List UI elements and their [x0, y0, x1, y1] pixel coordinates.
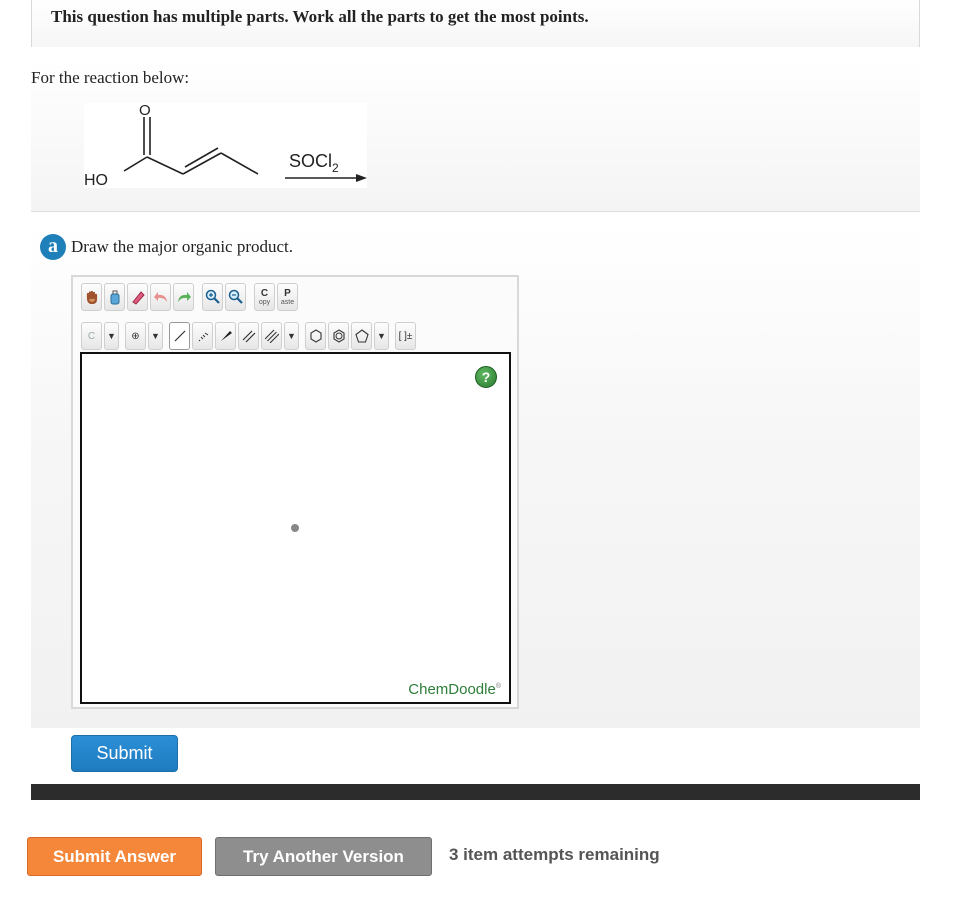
canvas-center-dot — [291, 524, 299, 532]
double-bond-icon[interactable] — [238, 322, 259, 350]
redo-icon[interactable] — [173, 283, 194, 311]
copy-label-small: opy — [258, 298, 271, 306]
brand-registered-mark: ® — [495, 683, 501, 690]
benzene-icon[interactable] — [328, 322, 349, 350]
toolbar-row-1: Copy Paste — [81, 283, 300, 311]
attempts-remaining-text: 3 item attempts remaining — [449, 845, 660, 864]
chemdoodle-brand: ChemDoodle® — [408, 681, 501, 698]
paste-button[interactable]: Paste — [277, 283, 298, 311]
charge-dropdown-icon[interactable]: ▼ — [148, 322, 163, 350]
reagent-subscript: 2 — [332, 161, 339, 175]
part-a-section: a Draw the major organic product. C opy … — [31, 222, 920, 728]
chemdoodle-editor: Copy Paste C ▼ ⊕ ▼ ▼ ▼ []± ? ChemDoodle… — [71, 275, 519, 709]
eraser-icon[interactable] — [127, 283, 148, 311]
question-banner: This question has multiple parts. Work a… — [31, 0, 920, 47]
help-icon[interactable]: ? — [475, 366, 497, 388]
cyclopentane-icon[interactable] — [351, 322, 372, 350]
question-stem: For the reaction below: O HO SOCl2 — [31, 60, 920, 212]
single-bond-icon[interactable] — [169, 322, 190, 350]
cyclohexane-icon[interactable] — [305, 322, 326, 350]
element-dropdown-icon[interactable]: ▼ — [104, 322, 119, 350]
bond-dropdown-icon[interactable]: ▼ — [284, 322, 299, 350]
hydroxyl-label: HO — [84, 172, 108, 188]
copy-button[interactable]: Copy — [254, 283, 275, 311]
copy-label-big: C — [260, 287, 269, 299]
zoom-out-icon[interactable] — [225, 283, 246, 311]
question-prompt: For the reaction below: — [31, 68, 190, 87]
reaction-scheme: O HO SOCl2 — [84, 102, 367, 189]
part-a-badge: a — [40, 234, 66, 260]
submit-answer-button[interactable]: Submit Answer — [27, 837, 202, 876]
reagent-label: SOCl2 — [289, 151, 339, 175]
oxygen-label: O — [139, 103, 151, 119]
lasso-select-icon[interactable] — [104, 283, 125, 311]
toolbar-row-2: C ▼ ⊕ ▼ ▼ ▼ []± — [81, 322, 418, 350]
hashed-bond-icon[interactable] — [192, 322, 213, 350]
element-selector[interactable]: C — [81, 322, 102, 350]
reagent-formula: SOCl — [289, 151, 332, 171]
part-a-instruction: Draw the major organic product. — [71, 237, 294, 256]
paste-label-big: P — [284, 287, 291, 299]
charge-plus-icon[interactable]: ⊕ — [125, 322, 146, 350]
section-divider-bar — [31, 784, 920, 800]
brand-name: ChemDoodle — [408, 681, 496, 698]
zoom-in-icon[interactable] — [202, 283, 223, 311]
triple-bond-icon[interactable] — [261, 322, 282, 350]
try-another-version-button[interactable]: Try Another Version — [215, 837, 432, 876]
pan-hand-icon[interactable] — [81, 283, 102, 311]
undo-icon[interactable] — [150, 283, 171, 311]
paste-label-small: aste — [280, 298, 295, 306]
drawing-canvas[interactable]: ? ChemDoodle® — [80, 352, 511, 704]
multipart-notice: This question has multiple parts. Work a… — [51, 7, 589, 26]
submit-part-button[interactable]: Submit — [71, 735, 178, 772]
wedge-bond-icon[interactable] — [215, 322, 236, 350]
ring-dropdown-icon[interactable]: ▼ — [374, 322, 389, 350]
charge-bracket-button[interactable]: [ ]± — [395, 322, 416, 350]
